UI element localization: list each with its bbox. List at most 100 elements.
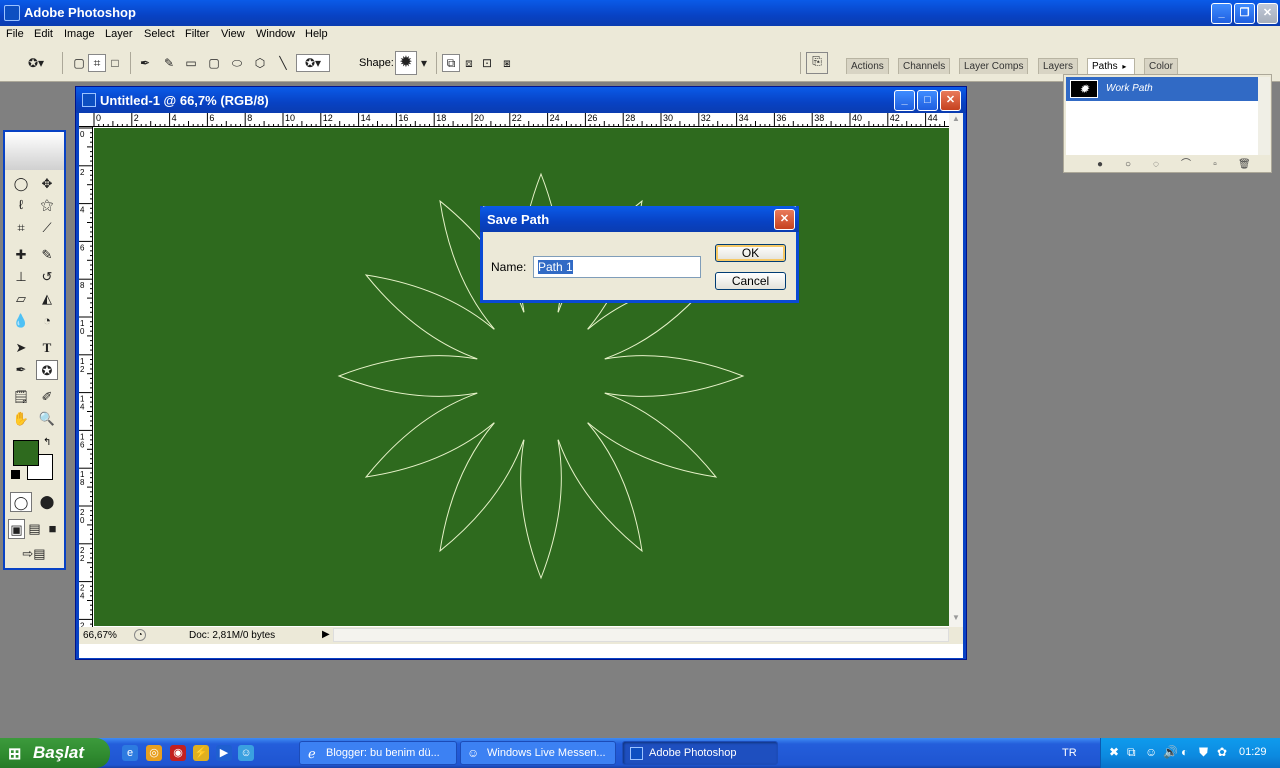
move-tool-icon[interactable]: ✥ (36, 174, 58, 194)
paths-scrollbar[interactable] (1258, 77, 1270, 155)
task-messenger[interactable]: ☺ Windows Live Messen... (460, 741, 616, 765)
lasso-tool-icon[interactable]: ℓ (10, 195, 32, 215)
network-tray-icon[interactable]: ⧉ (1127, 745, 1136, 760)
polygon-icon[interactable]: ⬡ (251, 54, 269, 72)
menu-layer[interactable]: Layer (105, 28, 133, 40)
status-info-icon[interactable]: ◔ (134, 629, 146, 641)
path-row-work-path[interactable]: ✹ Work Path (1066, 77, 1258, 101)
tab-layers[interactable]: Layers (1038, 58, 1079, 74)
full-screen-menu-mode-icon[interactable]: ▤ (26, 519, 43, 539)
rectangle-icon[interactable]: ▭ (182, 54, 200, 72)
subtract-shape-area-icon[interactable]: ⧈ (460, 54, 478, 72)
magic-wand-tool-icon[interactable]: ⚝ (36, 195, 58, 215)
jump-to-imageready-icon[interactable]: ⇨▤ (10, 544, 58, 564)
tab-paths[interactable]: Paths ▸ (1087, 58, 1135, 74)
language-indicator[interactable]: TR (1062, 747, 1077, 759)
winamp-icon[interactable]: ⚡ (193, 745, 209, 761)
zoom-level[interactable]: 66,67% (83, 630, 117, 641)
fill-path-icon[interactable]: ● (1094, 159, 1106, 171)
line-icon[interactable]: ╲ (274, 54, 292, 72)
vertical-scrollbar[interactable]: ▲ ▼ (949, 113, 963, 627)
foreground-color-swatch[interactable] (13, 440, 39, 466)
menu-select[interactable]: Select (144, 28, 175, 40)
image-canvas[interactable] (94, 128, 949, 626)
chevron-down-icon[interactable]: ▾ (418, 54, 430, 72)
make-work-path-icon[interactable]: ⌒ (1176, 159, 1196, 171)
marquee-tool-icon[interactable]: ◯ (10, 174, 32, 194)
fill-pixels-icon[interactable]: □ (106, 54, 124, 72)
swap-colors-icon[interactable]: ↰ (43, 437, 51, 448)
quick-mask-mode-icon[interactable]: ⬤ (36, 492, 58, 512)
pen-tool-icon[interactable]: ✒ (10, 360, 32, 380)
media-player-icon[interactable]: ◉ (170, 745, 186, 761)
antivirus-tray-icon[interactable]: ✖ (1109, 745, 1119, 759)
eyedropper-tool-icon[interactable]: ✐ (36, 387, 58, 407)
app-tray-icon[interactable]: ✿ (1217, 745, 1227, 759)
dodge-tool-icon[interactable]: ◔ (36, 311, 58, 331)
file-browser-icon[interactable]: ⎘ (806, 52, 828, 74)
notes-tool-icon[interactable]: 🗒 (10, 387, 32, 407)
doc-close-button[interactable]: ✕ (940, 90, 961, 111)
scroll-up-icon[interactable]: ▲ (950, 114, 962, 126)
full-screen-mode-icon[interactable]: ■ (44, 519, 61, 539)
doc-maximize-button[interactable]: □ (917, 90, 938, 111)
shape-picker-starburst-icon[interactable]: ✹ (395, 51, 417, 75)
standard-mode-icon[interactable]: ◯ (10, 492, 32, 512)
tab-channels[interactable]: Channels (898, 58, 951, 74)
hand-tool-icon[interactable]: ✋ (10, 409, 32, 429)
dialog-title-bar[interactable]: Save Path ✕ (480, 206, 799, 232)
menu-file[interactable]: File (6, 28, 24, 40)
menu-filter[interactable]: Filter (185, 28, 209, 40)
status-menu-arrow-icon[interactable]: ▶ (322, 629, 330, 640)
type-tool-icon[interactable]: T (36, 338, 58, 358)
volume-tray-icon[interactable]: 🔊 (1163, 745, 1178, 759)
task-photoshop[interactable]: Adobe Photoshop (622, 741, 778, 765)
tab-actions[interactable]: Actions (846, 58, 889, 74)
pen-icon[interactable]: ✒ (136, 54, 154, 72)
paths-mode-icon[interactable]: ⌗ (88, 54, 106, 72)
doc-minimize-button[interactable]: _ (894, 90, 915, 111)
load-as-selection-icon[interactable]: ◌ (1150, 159, 1162, 171)
slice-tool-icon[interactable]: ⟋ (36, 218, 58, 238)
tab-color[interactable]: Color (1144, 58, 1178, 74)
messenger-tray-icon[interactable]: ☺ (1145, 745, 1157, 759)
clone-stamp-tool-icon[interactable]: ⊥ (10, 267, 32, 287)
rounded-rectangle-icon[interactable]: ▢ (205, 54, 223, 72)
app-title-bar[interactable]: Adobe Photoshop _ ❐ ✕ (0, 0, 1280, 26)
quicklaunch-app-icon[interactable]: ◎ (146, 745, 162, 761)
history-brush-tool-icon[interactable]: ↺ (36, 267, 58, 287)
update-tray-icon[interactable]: ⛊ (1199, 745, 1208, 760)
security-tray-icon[interactable]: ◐ (1181, 745, 1188, 759)
menu-image[interactable]: Image (64, 28, 95, 40)
ellipse-icon[interactable]: ⬭ (228, 54, 246, 72)
menu-edit[interactable]: Edit (34, 28, 53, 40)
trash-icon[interactable]: 🗑 (1238, 159, 1251, 171)
toolbox-feather-logo[interactable] (5, 132, 64, 170)
restore-button[interactable]: ❐ (1234, 3, 1255, 24)
ruler-horizontal[interactable]: 0 2 4 6 8 10 12 14 16 18 20 22 24 26 28 30 32 34 36 38 40 42 4… (79, 113, 949, 127)
shape-layers-icon[interactable]: ▢ (70, 54, 88, 72)
default-colors-icon[interactable] (11, 470, 20, 479)
freeform-pen-icon[interactable]: ✎ (160, 54, 178, 72)
ruler-vertical[interactable]: 02468101214161820222426 (79, 127, 93, 627)
show-desktop-icon[interactable]: ▶ (216, 745, 232, 761)
new-path-icon[interactable]: ▫ (1209, 159, 1221, 171)
intersect-shape-area-icon[interactable]: ⊡ (478, 54, 496, 72)
scroll-down-icon[interactable]: ▼ (950, 613, 962, 625)
add-to-shape-area-icon[interactable]: ⧉ (442, 54, 460, 72)
menu-window[interactable]: Window (256, 28, 295, 40)
exclude-shape-area-icon[interactable]: ⧆ (498, 54, 516, 72)
paint-bucket-tool-icon[interactable]: ◭ (36, 289, 58, 309)
cancel-button[interactable]: Cancel (715, 272, 786, 290)
minimize-button[interactable]: _ (1211, 3, 1232, 24)
eraser-tool-icon[interactable]: ▱ (10, 289, 32, 309)
close-button[interactable]: ✕ (1257, 3, 1278, 24)
menu-help[interactable]: Help (305, 28, 328, 40)
brush-tool-icon[interactable]: ✎ (36, 245, 58, 265)
standard-screen-mode-icon[interactable]: ▣ (8, 519, 25, 539)
blur-tool-icon[interactable]: 💧 (10, 311, 32, 331)
path-name-field[interactable]: Path 1 (533, 256, 701, 278)
ok-button[interactable]: OK (715, 244, 786, 262)
zoom-tool-icon[interactable]: 🔍 (36, 409, 58, 429)
dialog-close-button[interactable]: ✕ (774, 209, 795, 230)
